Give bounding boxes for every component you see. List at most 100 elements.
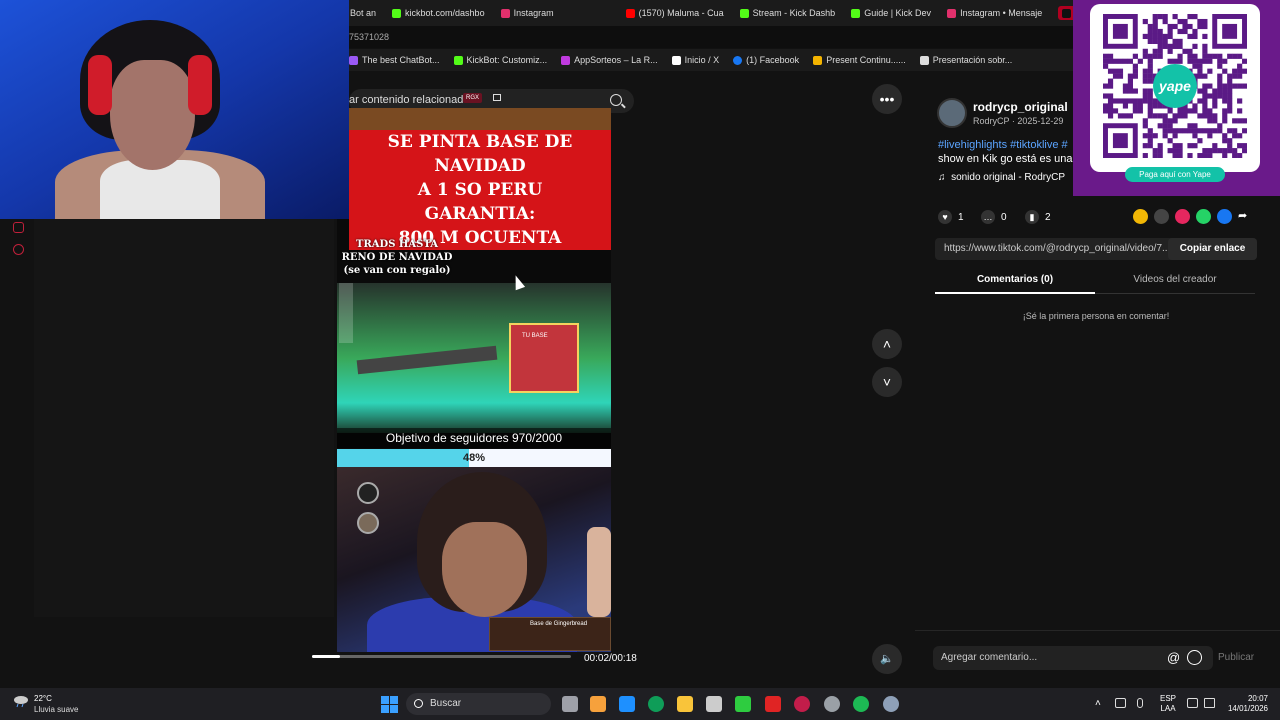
weather-temperature[interactable]: 22°C bbox=[34, 694, 52, 703]
volume-button[interactable]: 🔈 bbox=[872, 644, 902, 674]
tab-comments[interactable]: Comentarios (0) bbox=[935, 274, 1095, 294]
qr-module bbox=[1103, 108, 1109, 114]
sound-link[interactable]: ♫ sonido original - RodryCP bbox=[938, 172, 1065, 183]
office-icon[interactable] bbox=[765, 696, 781, 712]
embed-icon[interactable] bbox=[1154, 209, 1169, 224]
bookmark-x[interactable]: Inicio / X bbox=[671, 55, 719, 65]
bookmark-kickbot[interactable]: KickBot: Customiz... bbox=[453, 55, 547, 65]
bookmark-appsorteos[interactable]: AppSorteos – La R... bbox=[561, 55, 658, 65]
qr-module bbox=[1202, 103, 1208, 109]
windows-start-icon[interactable] bbox=[381, 696, 398, 713]
weather-rain-icon[interactable] bbox=[12, 694, 30, 708]
qr-module bbox=[1172, 58, 1178, 64]
settings-icon[interactable] bbox=[883, 696, 899, 712]
author-username[interactable]: rodrycp_original bbox=[973, 100, 1068, 114]
copilot-icon[interactable] bbox=[590, 696, 606, 712]
qr-module bbox=[1107, 68, 1114, 74]
qr-module bbox=[1142, 68, 1148, 74]
window-icon[interactable] bbox=[493, 94, 501, 101]
video-player[interactable]: SE PINTA BASE DE NAVIDAD A 1 SO PERU GAR… bbox=[337, 108, 611, 652]
language-indicator[interactable]: ESP LAA bbox=[1160, 694, 1176, 714]
tab-creator-videos[interactable]: Videos del creador bbox=[1095, 274, 1255, 294]
tab-kickbot[interactable]: kickbot.com/dashbo bbox=[392, 8, 485, 18]
store-icon[interactable] bbox=[619, 696, 635, 712]
tab-instagram[interactable]: Instagram bbox=[500, 8, 554, 18]
qr-module bbox=[1167, 48, 1173, 54]
rgx-badge[interactable]: RGX bbox=[463, 93, 483, 103]
qr-module bbox=[1127, 98, 1133, 104]
qr-module bbox=[1237, 68, 1243, 74]
search-icon[interactable] bbox=[610, 94, 622, 106]
qr-module bbox=[1177, 153, 1183, 158]
edge-icon[interactable] bbox=[648, 696, 664, 712]
share-arrow-icon[interactable]: ➦ bbox=[1238, 209, 1253, 224]
author-avatar[interactable] bbox=[937, 98, 967, 128]
microphone-icon[interactable] bbox=[1137, 698, 1143, 708]
qr-module bbox=[1157, 148, 1163, 154]
trads-line: (se van con regalo) bbox=[343, 265, 451, 276]
settings-icon[interactable] bbox=[13, 244, 24, 255]
bookmark-chatbot[interactable]: The best ChatBot... bbox=[349, 55, 440, 65]
video-seek-bar[interactable] bbox=[312, 655, 571, 658]
qr-module bbox=[1202, 113, 1208, 119]
send-icon[interactable] bbox=[1175, 209, 1190, 224]
copy-link-button[interactable]: Copiar enlace bbox=[1168, 238, 1257, 260]
minecraft-icon[interactable] bbox=[735, 696, 751, 712]
tab-kick-dashboard[interactable]: Stream - Kick Dashb bbox=[739, 8, 835, 18]
qr-module bbox=[1197, 113, 1203, 119]
hashtags[interactable]: #livehighlights #tiktoklive # bbox=[938, 139, 1068, 151]
facebook-icon[interactable] bbox=[1217, 209, 1232, 224]
volume-icon[interactable] bbox=[1204, 698, 1215, 708]
system-clock[interactable]: 20:07 14/01/2026 bbox=[1224, 694, 1268, 714]
weather-description[interactable]: Lluvia suave bbox=[34, 705, 78, 714]
previous-video-button[interactable]: ˄ bbox=[872, 329, 902, 359]
live-icon[interactable] bbox=[13, 222, 24, 233]
coin-icon[interactable] bbox=[1133, 209, 1148, 224]
left-panel bbox=[34, 150, 334, 617]
qr-module bbox=[1107, 53, 1114, 59]
qr-module bbox=[1157, 123, 1163, 129]
taskbar-search[interactable]: Buscar bbox=[406, 693, 551, 715]
tab-instagram-messages[interactable]: Instagram • Mensaje bbox=[947, 8, 1042, 18]
start-square bbox=[390, 705, 398, 713]
tab-youtube[interactable]: (1570) Maluma - Cua bbox=[625, 8, 724, 18]
publish-button[interactable]: Publicar bbox=[1218, 652, 1254, 663]
bookmark-presentacion[interactable]: Presentación sobr... bbox=[919, 55, 1012, 65]
comment-button[interactable]: … 0 bbox=[981, 210, 1007, 224]
next-video-button[interactable]: ˅ bbox=[872, 367, 902, 397]
viewer-avatar bbox=[357, 512, 379, 534]
emoji-icon[interactable] bbox=[1187, 650, 1202, 665]
spotify-icon[interactable] bbox=[853, 696, 869, 712]
start-square bbox=[381, 705, 389, 713]
bookmark-present-continuous[interactable]: Present Continu...... bbox=[813, 55, 906, 65]
opera-icon[interactable] bbox=[794, 696, 810, 712]
qr-module bbox=[1182, 108, 1188, 114]
tray-app-icon[interactable] bbox=[1115, 698, 1126, 708]
qr-module bbox=[1177, 28, 1183, 35]
chevron-up-icon[interactable]: ˄ bbox=[1095, 698, 1101, 709]
qr-module bbox=[1172, 148, 1178, 154]
qr-module bbox=[1147, 93, 1153, 99]
more-options-button[interactable]: ••• bbox=[872, 84, 902, 114]
qr-module bbox=[1132, 73, 1138, 79]
qr-module bbox=[1237, 83, 1243, 89]
qr-module bbox=[1237, 133, 1243, 139]
whatsapp-icon[interactable] bbox=[1196, 209, 1211, 224]
qr-module bbox=[1217, 93, 1223, 99]
search-input[interactable]: ar contenido relacionado bbox=[349, 94, 469, 106]
like-button[interactable]: ♥ 1 bbox=[938, 210, 964, 224]
calculator-icon[interactable] bbox=[706, 696, 722, 712]
qr-module bbox=[1172, 118, 1178, 124]
qr-module bbox=[1192, 108, 1198, 114]
bookmark-facebook[interactable]: (1) Facebook bbox=[733, 55, 799, 65]
obs-icon[interactable] bbox=[824, 696, 840, 712]
save-button[interactable]: ▮ 2 bbox=[1025, 210, 1051, 224]
mention-icon[interactable]: @ bbox=[1167, 650, 1180, 665]
file-explorer-icon[interactable] bbox=[677, 696, 693, 712]
qr-module bbox=[1162, 18, 1168, 25]
tab-bot[interactable]: Bot an bbox=[350, 8, 376, 18]
tab-kick-dev[interactable]: Guide | Kick Dev bbox=[851, 8, 931, 18]
qr-module bbox=[1187, 23, 1193, 30]
task-view-icon[interactable] bbox=[562, 696, 578, 712]
network-icon[interactable] bbox=[1187, 698, 1198, 708]
